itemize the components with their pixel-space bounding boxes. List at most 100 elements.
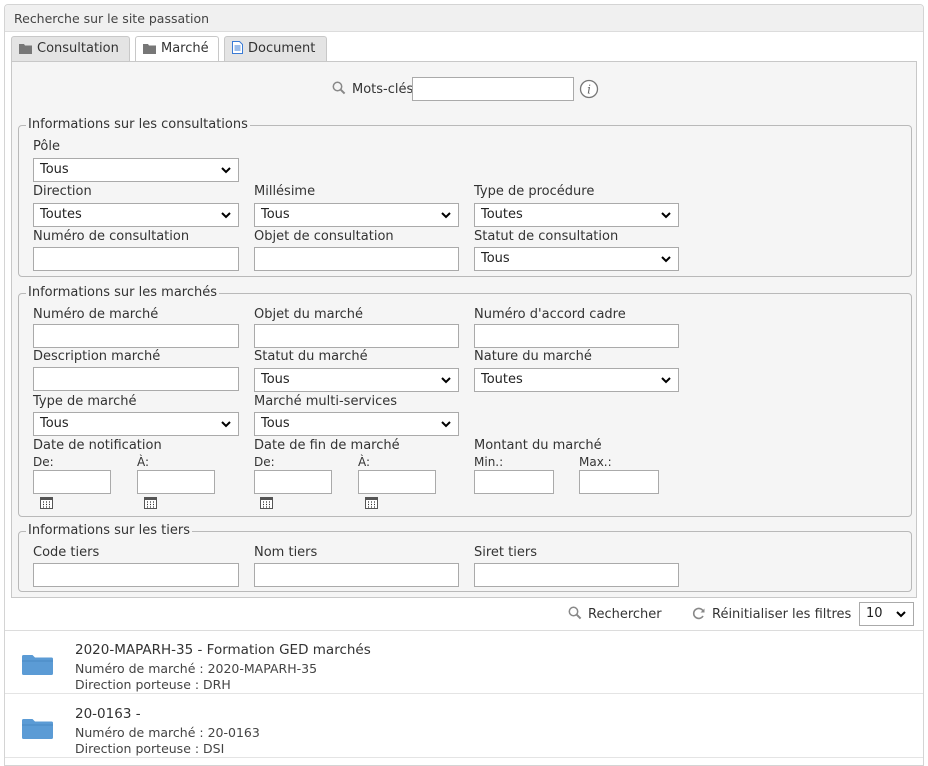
accord-cadre-label: Numéro d'accord cadre — [474, 307, 626, 322]
montant-min-label: Min.: — [474, 455, 504, 469]
folder-icon — [22, 655, 53, 675]
numero-marche-label: Numéro de marché — [33, 307, 159, 322]
chevron-down-icon — [221, 212, 231, 219]
pole-select[interactable]: Tous — [33, 158, 239, 182]
millesime-label: Millésime — [254, 184, 316, 199]
statut-marche-select[interactable]: Tous — [254, 368, 459, 392]
nature-marche-select[interactable]: Toutes — [474, 368, 679, 392]
folder-icon — [22, 719, 53, 739]
statut-consultation-select[interactable]: Tous — [474, 247, 679, 271]
objet-consultation-input[interactable] — [254, 247, 459, 271]
type-marche-value: Tous — [40, 416, 69, 431]
siret-tiers-label: Siret tiers — [474, 545, 537, 560]
search-button-label: Rechercher — [588, 607, 662, 622]
date-fin-to-input[interactable] — [358, 470, 436, 494]
reset-filters-button[interactable]: Réinitialiser les filtres — [691, 606, 851, 622]
refresh-icon — [692, 607, 705, 620]
folder-icon — [143, 43, 156, 58]
info-icon[interactable]: i — [579, 79, 599, 103]
montant-max-input[interactable] — [579, 470, 659, 494]
objet-marche-label: Objet du marché — [254, 307, 364, 322]
code-tiers-input[interactable] — [33, 563, 239, 587]
reset-filters-label: Réinitialiser les filtres — [712, 607, 852, 622]
type-procedure-value: Toutes — [481, 207, 523, 222]
type-marche-select[interactable]: Tous — [33, 412, 239, 436]
multi-services-label: Marché multi-services — [254, 394, 398, 409]
tab-consultation-label: Consultation — [37, 41, 119, 56]
date-fin-from-input[interactable] — [254, 470, 332, 494]
nature-marche-label: Nature du marché — [474, 349, 592, 364]
accord-cadre-input[interactable] — [474, 324, 679, 348]
numero-marche-input[interactable] — [33, 324, 239, 348]
code-tiers-label: Code tiers — [33, 545, 100, 560]
date-notification-to-label: À: — [137, 455, 150, 469]
folder-icon — [19, 43, 32, 58]
consultations-group: Informations sur les consultations Pôle … — [18, 117, 912, 277]
calendar-icon[interactable] — [260, 497, 273, 509]
svg-text:i: i — [587, 83, 591, 97]
result-direction: Direction porteuse : DSI — [75, 741, 225, 756]
chevron-down-icon — [221, 167, 231, 174]
direction-select[interactable]: Toutes — [33, 203, 239, 227]
date-notification-label: Date de notification — [33, 438, 162, 453]
pole-label: Pôle — [33, 139, 60, 154]
page-size-value: 10 — [866, 606, 883, 621]
numero-consultation-input[interactable] — [33, 247, 239, 271]
list-item[interactable]: 20-0163 - Numéro de marché : 20-0163 Dir… — [5, 695, 923, 758]
siret-tiers-input[interactable] — [474, 563, 679, 587]
list-item[interactable]: 2020-MAPARH-35 - Formation GED marchés N… — [5, 631, 923, 694]
chevron-down-icon — [441, 212, 451, 219]
search-button[interactable]: Rechercher — [568, 606, 662, 622]
type-marche-label: Type de marché — [33, 394, 137, 409]
chevron-down-icon — [221, 421, 231, 428]
nature-marche-value: Toutes — [481, 372, 523, 387]
chevron-down-icon — [896, 611, 906, 618]
tab-consultation[interactable]: Consultation — [11, 36, 130, 62]
montant-min-input[interactable] — [474, 470, 554, 494]
statut-consultation-value: Tous — [481, 251, 510, 266]
montant-max-label: Max.: — [579, 455, 612, 469]
results-list: 2020-MAPARH-35 - Formation GED marchés N… — [5, 630, 923, 758]
chevron-down-icon — [441, 377, 451, 384]
calendar-icon[interactable] — [144, 497, 157, 509]
statut-marche-label: Statut du marché — [254, 349, 368, 364]
tab-document[interactable]: Document — [224, 36, 327, 62]
objet-marche-input[interactable] — [254, 324, 459, 348]
result-title[interactable]: 2020-MAPARH-35 - Formation GED marchés — [75, 642, 371, 658]
tab-marche[interactable]: Marché — [135, 36, 219, 63]
chevron-down-icon — [661, 256, 671, 263]
result-direction: Direction porteuse : DRH — [75, 677, 231, 692]
date-notification-from-input[interactable] — [33, 470, 111, 494]
keywords-input[interactable] — [412, 77, 574, 101]
result-numero: Numéro de marché : 20-0163 — [75, 725, 260, 740]
calendar-icon[interactable] — [365, 497, 378, 509]
result-numero: Numéro de marché : 2020-MAPARH-35 — [75, 661, 318, 676]
objet-consultation-label: Objet de consultation — [254, 229, 394, 244]
date-fin-from-label: De: — [254, 455, 275, 469]
type-procedure-select[interactable]: Toutes — [474, 203, 679, 227]
document-icon — [232, 41, 243, 58]
type-procedure-label: Type de procédure — [474, 184, 595, 199]
date-fin-to-label: À: — [358, 455, 371, 469]
chevron-down-icon — [441, 421, 451, 428]
description-marche-input[interactable] — [33, 367, 239, 391]
calendar-icon[interactable] — [40, 497, 53, 509]
statut-consultation-label: Statut de consultation — [474, 229, 619, 244]
tab-marche-label: Marché — [161, 41, 209, 56]
statut-marche-value: Tous — [261, 372, 290, 387]
result-title[interactable]: 20-0163 - — [75, 706, 141, 722]
page-size-select[interactable]: 10 — [859, 602, 914, 626]
nom-tiers-input[interactable] — [254, 563, 459, 587]
multi-services-select[interactable]: Tous — [254, 412, 459, 436]
description-marche-label: Description marché — [33, 349, 161, 364]
montant-label: Montant du marché — [474, 438, 602, 453]
nom-tiers-label: Nom tiers — [254, 545, 318, 560]
date-fin-label: Date de fin de marché — [254, 438, 400, 453]
date-notification-to-input[interactable] — [137, 470, 215, 494]
marches-legend: Informations sur les marchés — [26, 285, 220, 300]
millesime-select[interactable]: Tous — [254, 203, 459, 227]
tiers-group: Informations sur les tiers Code tiers No… — [18, 523, 912, 592]
search-panel: Recherche sur le site passation Consulta… — [4, 4, 924, 766]
chevron-down-icon — [661, 377, 671, 384]
tiers-legend: Informations sur les tiers — [26, 523, 192, 538]
